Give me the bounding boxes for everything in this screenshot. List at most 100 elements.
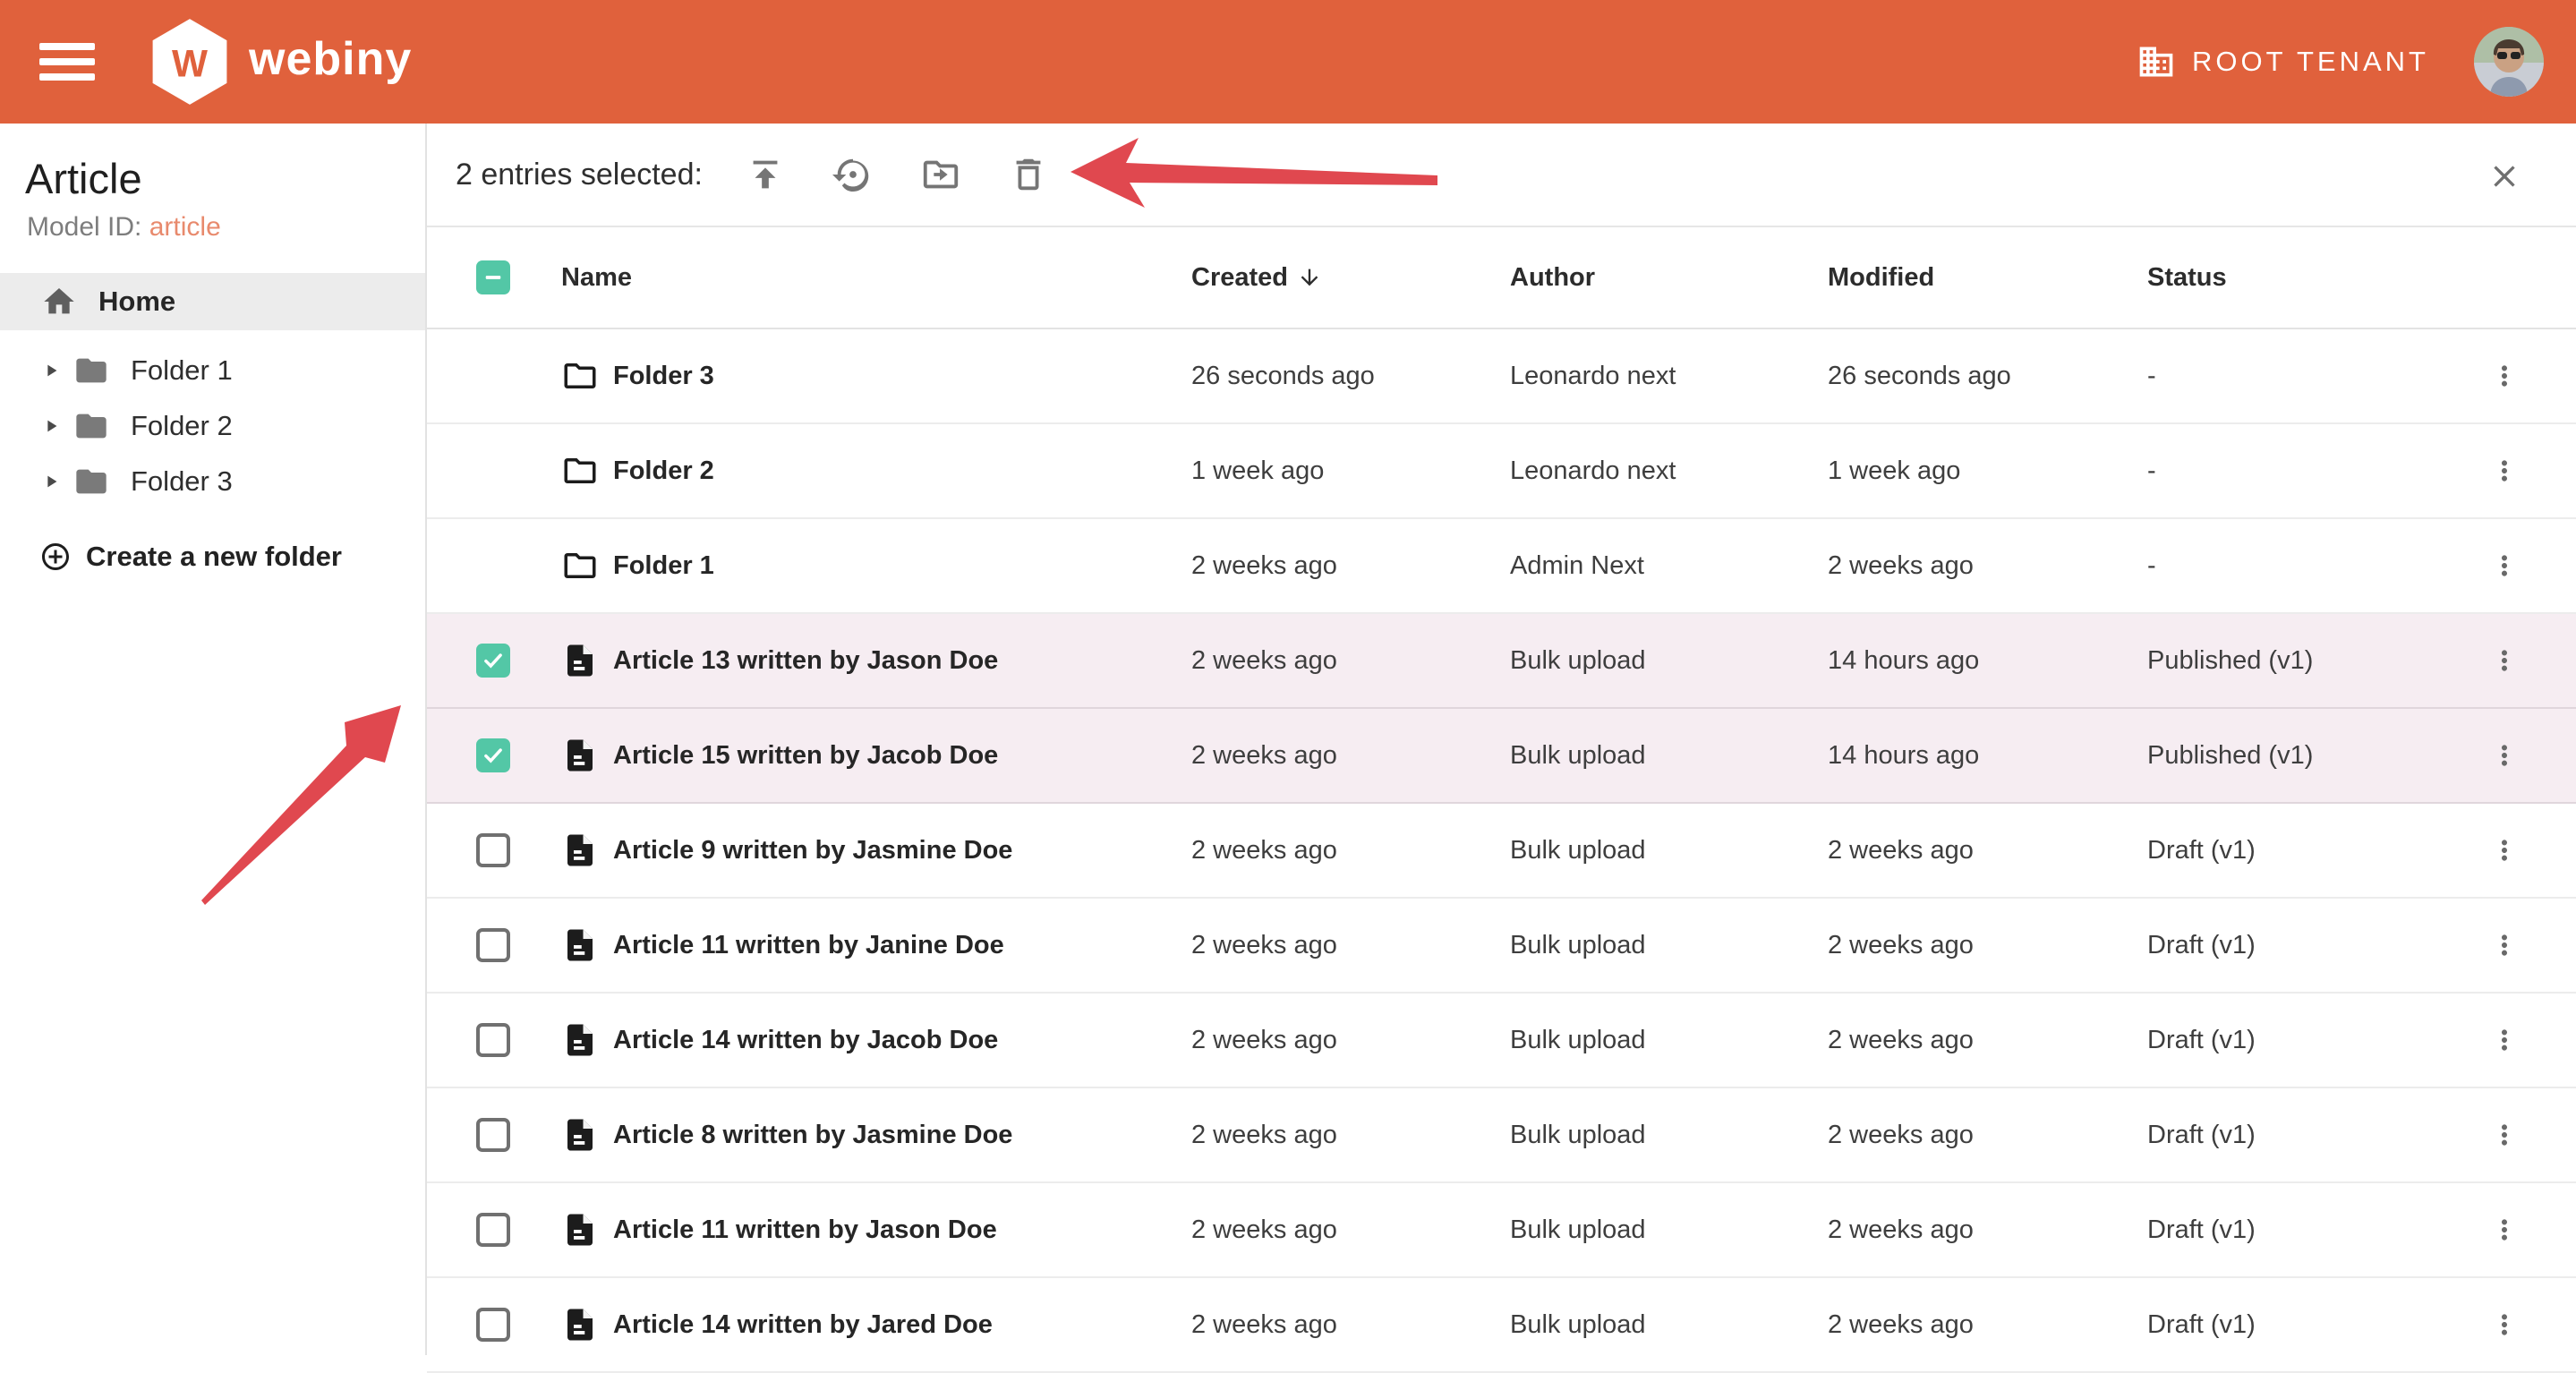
row-menu-button[interactable] — [2483, 1208, 2526, 1251]
folder-label: Folder 3 — [131, 465, 233, 498]
row-menu-button[interactable] — [2483, 829, 2526, 872]
row-checkbox[interactable] — [476, 1023, 510, 1057]
create-folder-label: Create a new folder — [86, 541, 342, 573]
row-checkbox[interactable] — [476, 644, 510, 678]
bulk-actions — [744, 153, 1050, 196]
sidebar-folder-2[interactable]: Folder 2 — [0, 398, 425, 454]
chevron-right-icon[interactable] — [41, 361, 61, 380]
table-row[interactable]: Article 11 written by Jason Doe2 weeks a… — [427, 1183, 2576, 1278]
table-row[interactable]: Article 9 written by Jasmine Doe 2 weeks … — [427, 804, 2576, 899]
entry-modified: 2 weeks ago — [1828, 931, 2147, 960]
entry-name[interactable]: Folder 3 — [613, 362, 714, 391]
deselect-all-button[interactable] — [2485, 158, 2524, 197]
table-row[interactable]: Article 15 written by Jacob Doe 2 weeks a… — [427, 709, 2576, 804]
page-title: Article — [25, 154, 425, 203]
row-checkbox[interactable] — [476, 738, 510, 772]
table-row[interactable]: Folder 21 week agoLeonardo next1 week ag… — [427, 424, 2576, 519]
hamburger-menu-icon[interactable] — [39, 38, 102, 85]
publish-button[interactable] — [744, 153, 787, 196]
row-menu-button[interactable] — [2483, 639, 2526, 682]
table-row[interactable]: Article 13 written by Jason Doe2 weeks a… — [427, 614, 2576, 709]
entry-author: Bulk upload — [1510, 931, 1828, 960]
brand-wordmark: webiny — [249, 36, 412, 88]
entry-name[interactable]: Article 14 written by Jacob Doe — [613, 1026, 998, 1055]
restore-icon — [832, 154, 874, 195]
entry-name[interactable]: Article 15 written by Jacob Doe — [613, 741, 998, 771]
column-header-status[interactable]: Status — [2147, 263, 2433, 293]
table-row[interactable]: Article 14 written by Jared Doe 2 weeks a… — [427, 1278, 2576, 1373]
row-checkbox[interactable] — [476, 1213, 510, 1247]
table-row[interactable]: Article 14 written by Jacob Doe2 weeks a… — [427, 994, 2576, 1088]
entry-author: Leonardo next — [1510, 456, 1828, 486]
entry-name[interactable]: Folder 1 — [613, 551, 714, 581]
chevron-right-icon[interactable] — [41, 472, 61, 491]
column-header-author[interactable]: Author — [1510, 263, 1828, 293]
model-id-label: Model ID: — [27, 212, 141, 242]
entry-author: Leonardo next — [1510, 362, 1828, 391]
kebab-menu-icon — [2486, 453, 2522, 489]
entry-author: Bulk upload — [1510, 836, 1828, 866]
create-folder-button[interactable]: Create a new folder — [0, 529, 347, 584]
entry-name[interactable]: Folder 2 — [613, 456, 714, 486]
trash-icon — [1008, 154, 1049, 195]
entry-status: Published (v1) — [2147, 741, 2433, 771]
entry-modified: 2 weeks ago — [1828, 1310, 2147, 1340]
row-checkbox[interactable] — [476, 928, 510, 962]
row-checkbox[interactable] — [476, 833, 510, 867]
row-checkbox[interactable] — [476, 1118, 510, 1152]
model-id-value[interactable]: article — [149, 212, 221, 242]
row-menu-button[interactable] — [2483, 734, 2526, 777]
delete-button[interactable] — [1007, 153, 1050, 196]
chevron-right-icon[interactable] — [41, 416, 61, 436]
entry-modified: 2 weeks ago — [1828, 836, 2147, 866]
folder-icon — [561, 547, 599, 584]
checkmark-icon — [482, 649, 505, 672]
sidebar-folder-3[interactable]: Folder 3 — [0, 454, 425, 509]
move-to-folder-button[interactable] — [919, 153, 962, 196]
table-row[interactable]: Folder 12 weeks agoAdmin Next2 weeks ago… — [427, 519, 2576, 614]
entry-created: 2 weeks ago — [1191, 1121, 1510, 1150]
publish-icon — [745, 154, 786, 195]
row-menu-button[interactable] — [2483, 1303, 2526, 1346]
selected-count-label: 2 entries selected: — [456, 158, 703, 192]
entry-status: Published (v1) — [2147, 646, 2433, 676]
table-row[interactable]: Folder 326 seconds agoLeonardo next26 se… — [427, 329, 2576, 424]
entry-name[interactable]: Article 11 written by Jason Doe — [613, 1215, 997, 1245]
column-header-created[interactable]: Created — [1191, 263, 1510, 293]
entry-status: - — [2147, 551, 2433, 581]
row-menu-button[interactable] — [2483, 1113, 2526, 1156]
row-menu-button[interactable] — [2483, 544, 2526, 587]
table-row[interactable]: Article 8 written by Jasmine Doe 2 weeks … — [427, 1088, 2576, 1183]
select-all-checkbox[interactable] — [476, 260, 510, 294]
unpublish-button[interactable] — [832, 153, 874, 196]
row-checkbox[interactable] — [476, 1308, 510, 1342]
entry-name[interactable]: Article 11 written by Janine Doe — [613, 931, 1004, 960]
entry-name[interactable]: Article 13 written by Jason Doe — [613, 646, 998, 676]
bulk-actions-toolbar: 2 entries selected: — [427, 124, 2576, 227]
row-menu-button[interactable] — [2483, 354, 2526, 397]
table-row[interactable]: Article 11 written by Janine Doe 2 weeks … — [427, 899, 2576, 994]
row-menu-button[interactable] — [2483, 924, 2526, 967]
article-icon — [561, 1211, 599, 1249]
entry-created: 2 weeks ago — [1191, 741, 1510, 771]
row-menu-button[interactable] — [2483, 449, 2526, 492]
entry-modified: 2 weeks ago — [1828, 551, 2147, 581]
row-menu-button[interactable] — [2483, 1019, 2526, 1062]
entry-status: Draft (v1) — [2147, 1215, 2433, 1245]
entry-name[interactable]: Article 9 written by Jasmine Doe — [613, 836, 1012, 866]
entry-status: Draft (v1) — [2147, 836, 2433, 866]
entry-created: 26 seconds ago — [1191, 362, 1510, 391]
entry-modified: 2 weeks ago — [1828, 1121, 2147, 1150]
sidebar-item-home[interactable]: Home — [0, 273, 425, 330]
tenant-selector[interactable]: ROOT TENANT — [2137, 42, 2429, 81]
article-icon — [561, 1116, 599, 1154]
entry-name[interactable]: Article 8 written by Jasmine Doe — [613, 1121, 1012, 1150]
entry-name[interactable]: Article 14 written by Jared Doe — [613, 1310, 993, 1340]
sidebar-folder-1[interactable]: Folder 1 — [0, 343, 425, 398]
top-app-bar: W webiny ROOT TENANT — [0, 0, 2576, 124]
tenant-label: ROOT TENANT — [2192, 46, 2429, 78]
user-avatar[interactable] — [2474, 27, 2544, 97]
column-header-name[interactable]: Name — [561, 263, 1191, 293]
webiny-logo: W webiny — [149, 17, 412, 107]
column-header-modified[interactable]: Modified — [1828, 263, 2147, 293]
